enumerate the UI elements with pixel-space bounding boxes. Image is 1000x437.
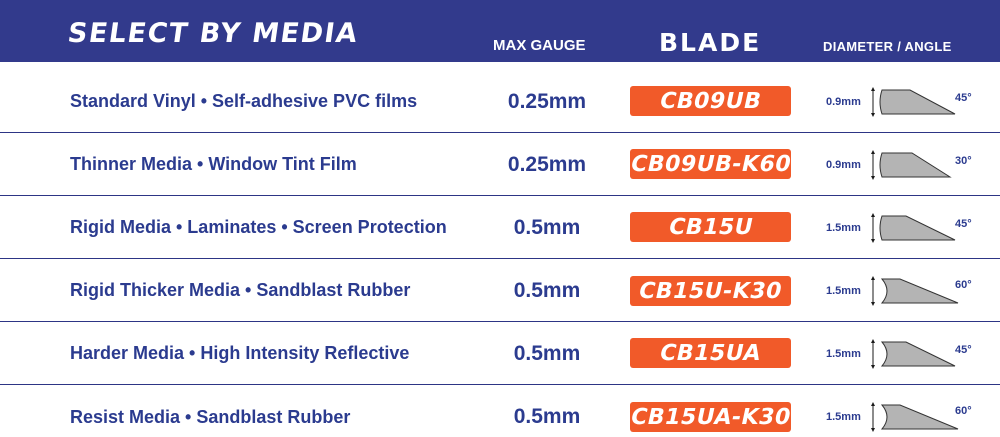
blade-angle: 30° — [955, 155, 972, 167]
blade-model-text: CB15U-K30 — [636, 278, 785, 304]
blade-diameter: 0.9mm — [826, 159, 861, 171]
blade-angle: 45° — [955, 344, 972, 356]
blade-angle: 45° — [955, 218, 972, 230]
blade-diameter: 1.5mm — [826, 411, 861, 423]
table-row: Standard Vinyl • Self-adhesive PVC films… — [0, 70, 1000, 133]
max-gauge-value: 0.5mm — [513, 215, 581, 239]
blade-angle: 45° — [955, 92, 972, 104]
media-label: Thinner Media • Window Tint Film — [70, 154, 357, 174]
max-gauge-value: 0.5mm — [513, 405, 581, 428]
blade-model-text: CB15UA-K30 — [628, 404, 793, 430]
blade-angle: 60° — [955, 405, 972, 417]
table-row: Rigid Media • Laminates • Screen Protect… — [0, 196, 1000, 259]
media-label: Standard Vinyl • Self-adhesive PVC films — [70, 91, 418, 111]
column-header-blade: BLADE — [659, 28, 762, 57]
header-bar: SELECT BY MEDIA MAX GAUGE BLADE DIAMETER… — [0, 0, 1000, 62]
blade-model-badge: CB09UB-K60 — [627, 149, 794, 179]
max-gauge-value: 0.25mm — [507, 152, 587, 176]
max-gauge-value: 0.5mm — [513, 341, 581, 365]
table-row: Harder Media • High Intensity Reflective… — [0, 322, 1000, 385]
blade-diameter: 1.5mm — [826, 348, 861, 360]
blade-model-text: CB15U — [665, 214, 756, 240]
table-row: Rigid Thicker Media • Sandblast Rubber 0… — [0, 259, 1000, 322]
page-title: SELECT BY MEDIA — [65, 18, 361, 49]
column-header-diameter-angle: DIAMETER / ANGLE — [823, 39, 952, 54]
blade-diameter: 0.9mm — [826, 96, 861, 108]
media-label: Rigid Thicker Media • Sandblast Rubber — [70, 280, 411, 300]
max-gauge-value: 0.25mm — [507, 89, 587, 113]
media-label: Harder Media • High Intensity Reflective — [70, 343, 410, 363]
blade-model-badge: CB15UA-K30 — [628, 402, 793, 432]
blade-model-badge: CB15U-K30 — [630, 276, 791, 306]
blade-model-text: CB09UB-K60 — [627, 151, 794, 177]
column-header-max-gauge: MAX GAUGE — [493, 37, 586, 54]
table-row: Resist Media • Sandblast Rubber 0.5mm CB… — [0, 385, 1000, 437]
blade-diameter: 1.5mm — [826, 285, 861, 297]
blade-diameter: 1.5mm — [826, 222, 861, 234]
blade-model-text: CB15UA — [657, 340, 764, 366]
blade-model-text: CB09UB — [657, 88, 764, 114]
blade-model-badge: CB09UB — [630, 86, 791, 116]
blade-model-badge: CB15UA — [630, 338, 791, 368]
media-label: Resist Media • Sandblast Rubber — [70, 406, 351, 427]
blade-angle: 60° — [955, 279, 972, 291]
blade-model-badge: CB15U — [630, 212, 791, 242]
media-label: Rigid Media • Laminates • Screen Protect… — [70, 217, 447, 237]
table-row: Thinner Media • Window Tint Film 0.25mm … — [0, 133, 1000, 196]
max-gauge-value: 0.5mm — [513, 278, 581, 302]
